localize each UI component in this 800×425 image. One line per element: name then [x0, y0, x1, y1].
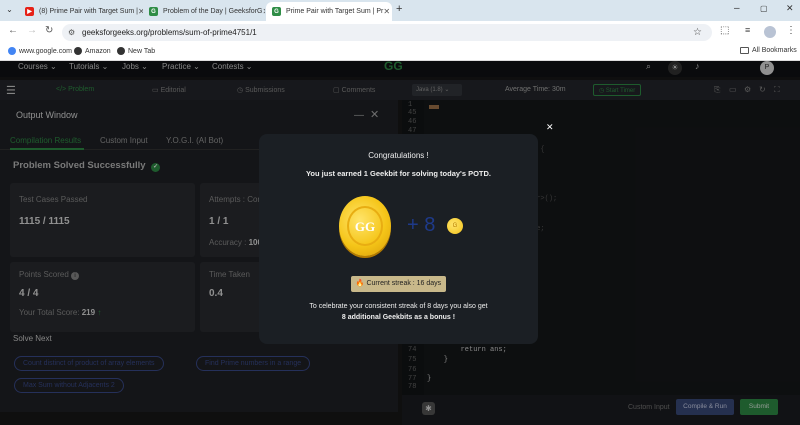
- modal-title: Congratulations !: [368, 151, 429, 160]
- reload-icon[interactable]: ↻: [45, 25, 53, 36]
- modal-close-icon[interactable]: ✕: [546, 122, 554, 133]
- globe-icon: [117, 47, 125, 55]
- folder-icon: [740, 47, 749, 54]
- gfg-icon: G: [272, 7, 281, 16]
- bonus-amount: + 8: [407, 214, 436, 236]
- bookmark-star-icon[interactable]: ☆: [693, 24, 702, 41]
- site-info-icon[interactable]: ⚙: [68, 24, 75, 41]
- bookmark-new-tab[interactable]: New Tab: [117, 47, 155, 55]
- browser-tab-1[interactable]: ▶ (8) Prime Pair with Target Sum | ✕: [19, 2, 143, 21]
- forward-icon[interactable]: →: [27, 25, 37, 36]
- streak-badge: 🔥 Current streak : 16 days: [351, 276, 446, 292]
- tab-search-icon[interactable]: ⌄: [4, 5, 15, 16]
- url-input[interactable]: ⚙ geeksforgeeks.org/problems/sum-of-prim…: [62, 24, 712, 41]
- browser-tab-title: (8) Prime Pair with Target Sum |: [39, 8, 138, 15]
- geekbit-coin-icon: GG: [339, 196, 391, 256]
- browser-tab-bar: ⌄ ▶ (8) Prime Pair with Target Sum | ✕ G…: [0, 0, 800, 21]
- modal-subtitle: You just earned 1 Geekbit for solving to…: [305, 169, 491, 178]
- potd-congrats-modal: ✕ Congratulations ! You just earned 1 Ge…: [259, 122, 554, 344]
- bonus-coin-icon: G: [447, 218, 463, 234]
- youtube-icon: ▶: [25, 7, 34, 16]
- all-bookmarks-label: All Bookmarks: [752, 47, 797, 54]
- chrome-menu-icon[interactable]: ⋮: [786, 25, 796, 36]
- browser-tab-2[interactable]: G Problem of the Day | GeeksforG ✕: [143, 2, 265, 21]
- fire-icon: 🔥: [355, 280, 365, 287]
- reading-list-icon[interactable]: ≡: [745, 25, 750, 35]
- modal-note-line-2: 8 additional Geekbits as a bonus !: [341, 314, 456, 321]
- browser-tab-title: Problem of the Day | GeeksforG: [163, 8, 263, 15]
- minimize-icon[interactable]: –: [734, 3, 740, 14]
- browser-tab-3[interactable]: G Prime Pair with Target Sum | Pr ✕: [266, 2, 392, 21]
- streak-text: Current streak : 16 days: [366, 280, 442, 287]
- back-icon[interactable]: ←: [8, 25, 18, 36]
- extensions-icon[interactable]: ⬚: [720, 25, 729, 36]
- amazon-icon: [74, 47, 82, 55]
- all-bookmarks[interactable]: All Bookmarks: [740, 47, 797, 54]
- geekbit-coin-face: GG: [347, 206, 383, 246]
- close-tab-icon[interactable]: ✕: [262, 7, 265, 16]
- modal-note-line-1: To celebrate your consistent streak of 8…: [309, 303, 488, 310]
- bookmark-label: New Tab: [128, 47, 156, 55]
- close-window-icon[interactable]: ✕: [786, 3, 794, 14]
- bookmark-label: Amazon: [85, 47, 111, 55]
- google-icon: [8, 47, 16, 55]
- bookmark-amazon[interactable]: Amazon: [74, 47, 111, 55]
- close-tab-icon[interactable]: ✕: [383, 7, 390, 16]
- browser-tab-title: Prime Pair with Target Sum | Pr: [286, 8, 384, 15]
- bookmark-google[interactable]: www.google.com: [8, 47, 72, 55]
- address-bar-row: ← → ↻ ⚙ geeksforgeeks.org/problems/sum-o…: [0, 21, 800, 44]
- bookmark-label: www.google.com: [19, 47, 72, 55]
- new-tab-button[interactable]: +: [396, 3, 402, 15]
- maximize-icon[interactable]: ▢: [760, 4, 768, 13]
- profile-avatar[interactable]: [764, 26, 776, 38]
- url-text: geeksforgeeks.org/problems/sum-of-prime4…: [82, 28, 257, 37]
- gfg-icon: G: [149, 7, 158, 16]
